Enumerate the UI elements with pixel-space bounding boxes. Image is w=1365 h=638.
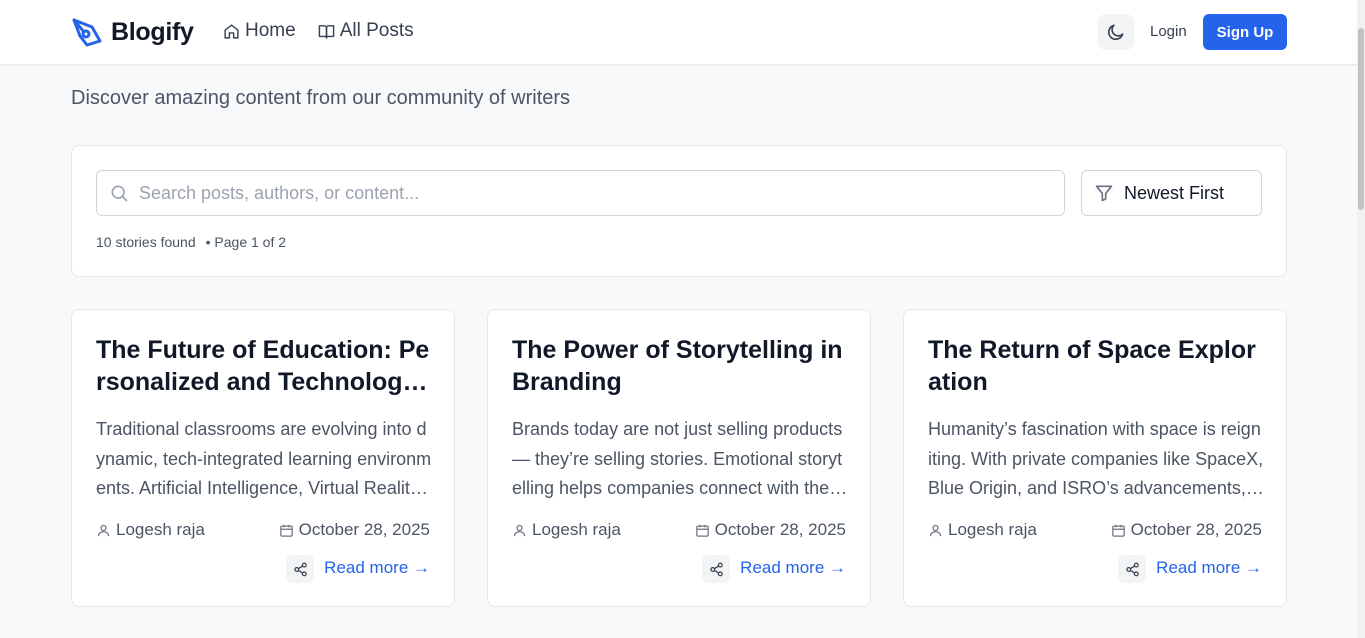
theme-toggle-button[interactable]: [1098, 14, 1134, 50]
read-more-link[interactable]: Read more →: [740, 558, 846, 578]
post-date-text: October 28, 2025: [714, 520, 846, 539]
logo-text: Blogify: [111, 17, 194, 46]
page-scrollbar[interactable]: [1357, 0, 1365, 638]
main-nav: Home All Posts: [223, 20, 414, 42]
pen-tool-logo-icon: [71, 16, 103, 48]
calendar-icon: [695, 523, 710, 538]
post-author: Logesh raja: [928, 520, 1037, 540]
post-author-name: Logesh raja: [116, 520, 205, 539]
nav-all-posts-label: All Posts: [339, 20, 414, 41]
post-title[interactable]: The Future of Education: Personalized an…: [96, 334, 432, 398]
post-card[interactable]: The Future of Education: Personalized an…: [71, 309, 455, 607]
scrollbar-thumb[interactable]: [1358, 28, 1364, 210]
read-more-link[interactable]: Read more →: [324, 558, 430, 578]
share-icon: [709, 562, 724, 577]
logo[interactable]: Blogify: [71, 16, 194, 48]
post-date-text: October 28, 2025: [298, 520, 430, 539]
post-card[interactable]: The Return of Space Exploration Humanity…: [903, 309, 1287, 607]
sort-label: Newest First: [1124, 182, 1225, 203]
post-author-name: Logesh raja: [948, 520, 1037, 539]
post-date-text: October 28, 2025: [1130, 520, 1262, 539]
search-box[interactable]: [96, 170, 1065, 216]
results-count: 10 stories found: [96, 234, 196, 250]
calendar-icon: [279, 523, 294, 538]
post-author-name: Logesh raja: [532, 520, 621, 539]
post-excerpt: Humanity’s fascination with space is rei…: [928, 419, 1264, 498]
search-icon: [109, 183, 129, 203]
home-icon: [223, 23, 240, 40]
share-button[interactable]: [1118, 555, 1146, 583]
post-card[interactable]: The Power of Storytelling in Branding Br…: [487, 309, 871, 607]
calendar-icon: [1111, 523, 1126, 538]
book-open-icon: [318, 23, 335, 40]
share-button[interactable]: [286, 555, 314, 583]
results-summary: 10 stories found • Page 1 of 2: [96, 234, 286, 250]
search-input[interactable]: [139, 182, 1039, 204]
nav-all-posts[interactable]: All Posts: [318, 20, 414, 42]
share-icon: [293, 562, 308, 577]
post-excerpt: Traditional classrooms are evolving into…: [96, 419, 432, 498]
sort-dropdown[interactable]: Newest First: [1081, 170, 1262, 216]
nav-home[interactable]: Home: [223, 20, 296, 42]
read-more-link[interactable]: Read more →: [1156, 558, 1262, 578]
post-date: October 28, 2025: [695, 520, 846, 540]
page-tagline: Discover amazing content from our commun…: [71, 87, 571, 109]
login-link[interactable]: Login: [1150, 23, 1187, 40]
user-icon: [512, 523, 527, 538]
nav-home-label: Home: [245, 20, 296, 41]
post-author: Logesh raja: [96, 520, 205, 540]
share-icon: [1125, 562, 1140, 577]
post-excerpt: Brands today are not just selling produc…: [512, 419, 843, 498]
post-title[interactable]: The Power of Storytelling in Branding: [512, 334, 848, 398]
moon-icon: [1106, 22, 1126, 42]
user-icon: [96, 523, 111, 538]
search-panel: Newest First 10 stories found • Page 1 o…: [71, 145, 1287, 277]
top-navbar: Blogify Home All Posts Login Sign Up: [0, 0, 1357, 65]
post-date: October 28, 2025: [279, 520, 430, 540]
signup-button[interactable]: Sign Up: [1203, 14, 1287, 50]
post-date: October 28, 2025: [1111, 520, 1262, 540]
filter-icon: [1094, 183, 1114, 203]
user-icon: [928, 523, 943, 538]
page-info: • Page 1 of 2: [205, 234, 287, 250]
share-button[interactable]: [702, 555, 730, 583]
post-title[interactable]: The Return of Space Exploration: [928, 334, 1264, 398]
post-author: Logesh raja: [512, 520, 621, 540]
